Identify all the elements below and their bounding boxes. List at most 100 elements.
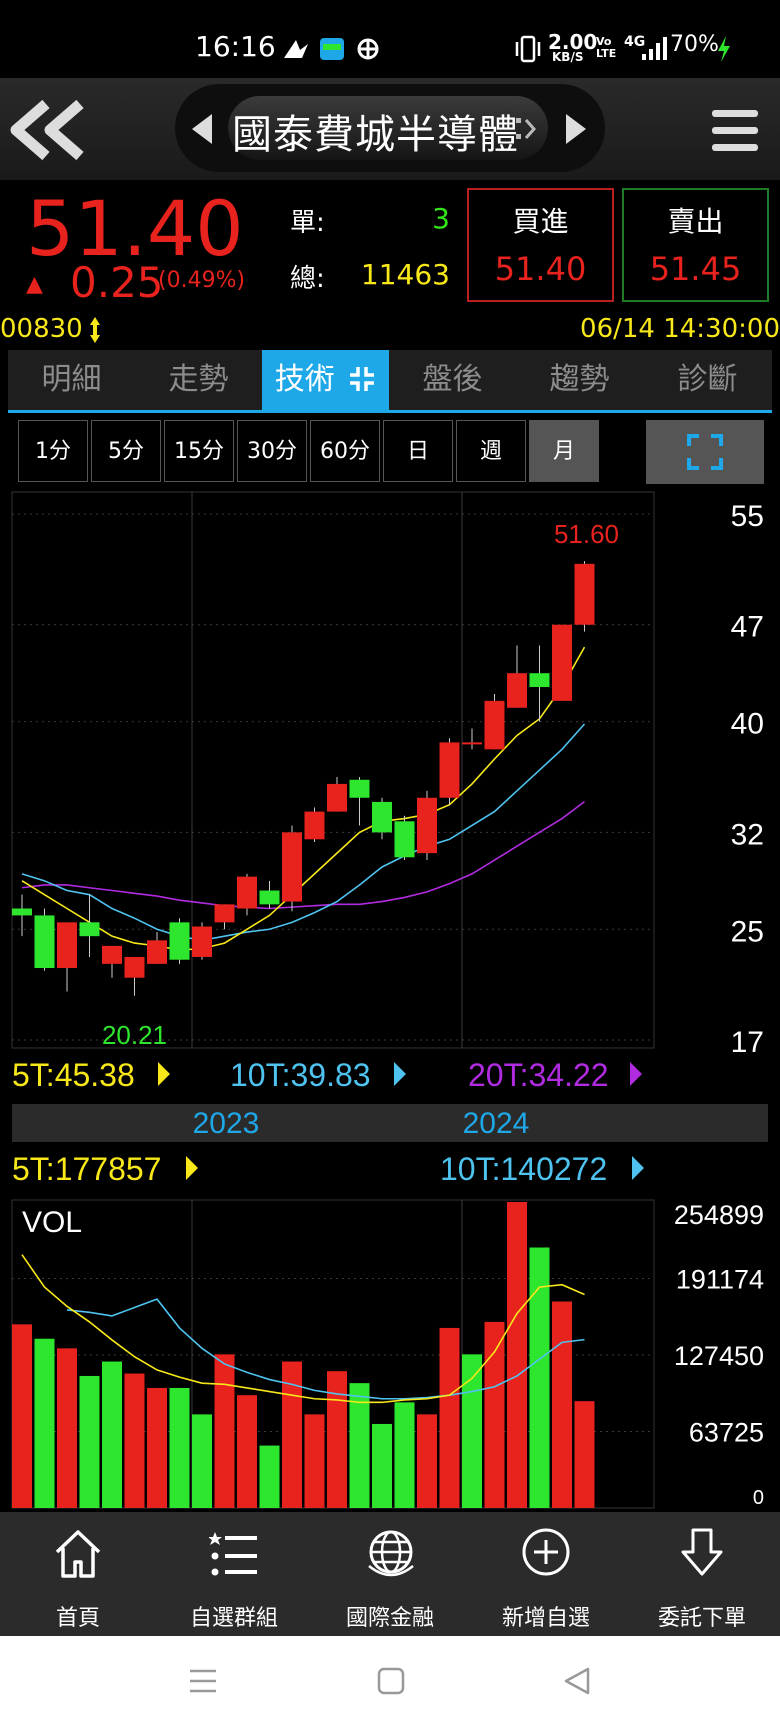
- back-triangle-icon[interactable]: [562, 1666, 592, 1696]
- price-axis-tick: 47: [731, 611, 764, 644]
- period-15min[interactable]: 15分: [164, 420, 234, 482]
- period-60min[interactable]: 60分: [310, 420, 380, 482]
- ma10-legend: 10T:39.83: [230, 1057, 371, 1093]
- volume-axis-tick: 63725: [689, 1417, 764, 1447]
- price-change-pct: (0.49%): [158, 268, 246, 293]
- nav-watchlist-groups[interactable]: 自選群組: [156, 1512, 312, 1636]
- buy-button[interactable]: 買進 51.40: [467, 188, 614, 302]
- tab-after-hours[interactable]: 盤後: [389, 350, 516, 410]
- price-axis-tick: 32: [731, 818, 764, 851]
- code-bar: 00830 06/14 14:30:00: [0, 310, 780, 350]
- status-time: 16:16: [195, 30, 276, 63]
- next-stock-arrow-icon[interactable]: [564, 112, 588, 146]
- status-notification-icons: [284, 38, 379, 60]
- candle-body: [259, 890, 280, 905]
- tab-technical[interactable]: 技術: [262, 350, 389, 410]
- price-axis-tick: 55: [731, 500, 764, 533]
- volume-axis-tick: 254899: [674, 1200, 764, 1230]
- candle-body: [349, 779, 370, 798]
- volume-bar: [574, 1401, 595, 1508]
- candle-body: [372, 801, 392, 833]
- ma10-legend-arrow: [394, 1062, 406, 1086]
- candle-body: [327, 783, 347, 812]
- vol-ma5-legend-arrow: [186, 1156, 198, 1180]
- candle-body: [147, 940, 167, 964]
- volume-bar: [417, 1414, 437, 1508]
- tab-trends[interactable]: 趨勢: [516, 350, 643, 410]
- ma5-legend-arrow: [158, 1062, 170, 1086]
- technical-chart[interactable]: 55 47 40 32 25 17 254899 191174 127450 63725 0 51.6…: [0, 488, 780, 1512]
- volume-bar: [327, 1371, 347, 1508]
- candle-body: [214, 904, 235, 923]
- hamburger-menu-icon[interactable]: [710, 106, 760, 156]
- prev-stock-arrow-icon[interactable]: [190, 112, 214, 146]
- candle-body: [394, 821, 415, 858]
- volume-bar: [484, 1321, 505, 1508]
- candle-body: [552, 624, 572, 701]
- period-week[interactable]: 週: [456, 420, 526, 482]
- price-axis-tick: 25: [731, 915, 764, 948]
- volume-bar: [57, 1348, 77, 1508]
- net-speed-unit: KB/S: [552, 50, 584, 64]
- price-panel: [11, 491, 655, 1049]
- ma20-legend: 20T:34.22: [468, 1057, 609, 1093]
- sell-price: 51.45: [649, 250, 742, 288]
- period-month[interactable]: 月: [529, 420, 599, 482]
- volume-bar: [79, 1375, 100, 1508]
- candle-body: [439, 742, 460, 798]
- single-volume-value: 3: [432, 202, 450, 235]
- quote-panel: 51.40 ▲ 0.25 (0.49%) 單: 3 總: 11463 買進 51…: [0, 180, 780, 308]
- total-volume-label: 總:: [290, 264, 325, 294]
- volume-bar: [192, 1414, 212, 1508]
- period-30min[interactable]: 30分: [237, 420, 307, 482]
- down-arrow-order-icon: [681, 1528, 723, 1576]
- period-day[interactable]: 日: [383, 420, 453, 482]
- sell-button[interactable]: 賣出 51.45: [622, 188, 769, 302]
- price-low-label: 20.21: [102, 1020, 167, 1050]
- tab-trend[interactable]: 走勢: [135, 350, 262, 410]
- volume-bar: [169, 1387, 190, 1508]
- volume-bar: [507, 1202, 527, 1508]
- volume-bar: [304, 1414, 325, 1508]
- year-label: 2024: [463, 1107, 530, 1140]
- change-up-arrow: ▲: [26, 272, 43, 297]
- recent-apps-icon[interactable]: [188, 1666, 218, 1696]
- view-tabs: 明細 走勢 技術 盤後 趨勢 診斷: [8, 350, 772, 412]
- stock-code: 00830: [0, 314, 83, 344]
- candle-body: [12, 908, 32, 916]
- candle-body: [57, 922, 77, 969]
- volume-bar: [214, 1354, 235, 1508]
- candle-body: [102, 945, 122, 964]
- candle-body: [529, 673, 550, 688]
- volume-axis-tick: 0: [753, 1487, 764, 1509]
- candle-body: [237, 876, 257, 909]
- back-double-chevron-icon[interactable]: [10, 98, 90, 162]
- stock-title[interactable]: 國泰費城半導體: [232, 102, 519, 160]
- plus-circle-icon: [522, 1528, 570, 1576]
- period-selector: 1分 5分 15分 30分 60分 日 週 月: [18, 420, 600, 484]
- candle-body: [169, 922, 190, 960]
- drag-handle-icon: [516, 118, 537, 139]
- period-1min[interactable]: 1分: [18, 420, 88, 482]
- tab-diagnosis[interactable]: 診斷: [643, 350, 772, 410]
- volume-bar: [124, 1373, 145, 1508]
- price-high-label: 51.60: [554, 519, 619, 549]
- home-square-icon[interactable]: [376, 1666, 406, 1696]
- nav-place-order[interactable]: 委託下單: [624, 1512, 780, 1636]
- candle-body: [282, 832, 302, 902]
- home-icon: [55, 1530, 101, 1578]
- nav-add-watchlist[interactable]: 新增自選: [468, 1512, 624, 1636]
- period-5min[interactable]: 5分: [91, 420, 161, 482]
- volume-bar: [439, 1327, 460, 1508]
- volume-bar: [259, 1445, 280, 1508]
- nav-international-finance[interactable]: 國際金融: [312, 1512, 468, 1636]
- charging-icon: [718, 36, 730, 62]
- up-down-arrows-icon: [90, 317, 100, 343]
- tab-details[interactable]: 明細: [8, 350, 135, 410]
- nav-home[interactable]: 首頁: [0, 1512, 156, 1636]
- volume-bar: [34, 1338, 55, 1508]
- ma5-legend: 5T:45.38: [12, 1057, 135, 1093]
- fullscreen-button[interactable]: [646, 420, 764, 484]
- candle-body: [34, 915, 55, 969]
- collapse-icon: [350, 367, 375, 391]
